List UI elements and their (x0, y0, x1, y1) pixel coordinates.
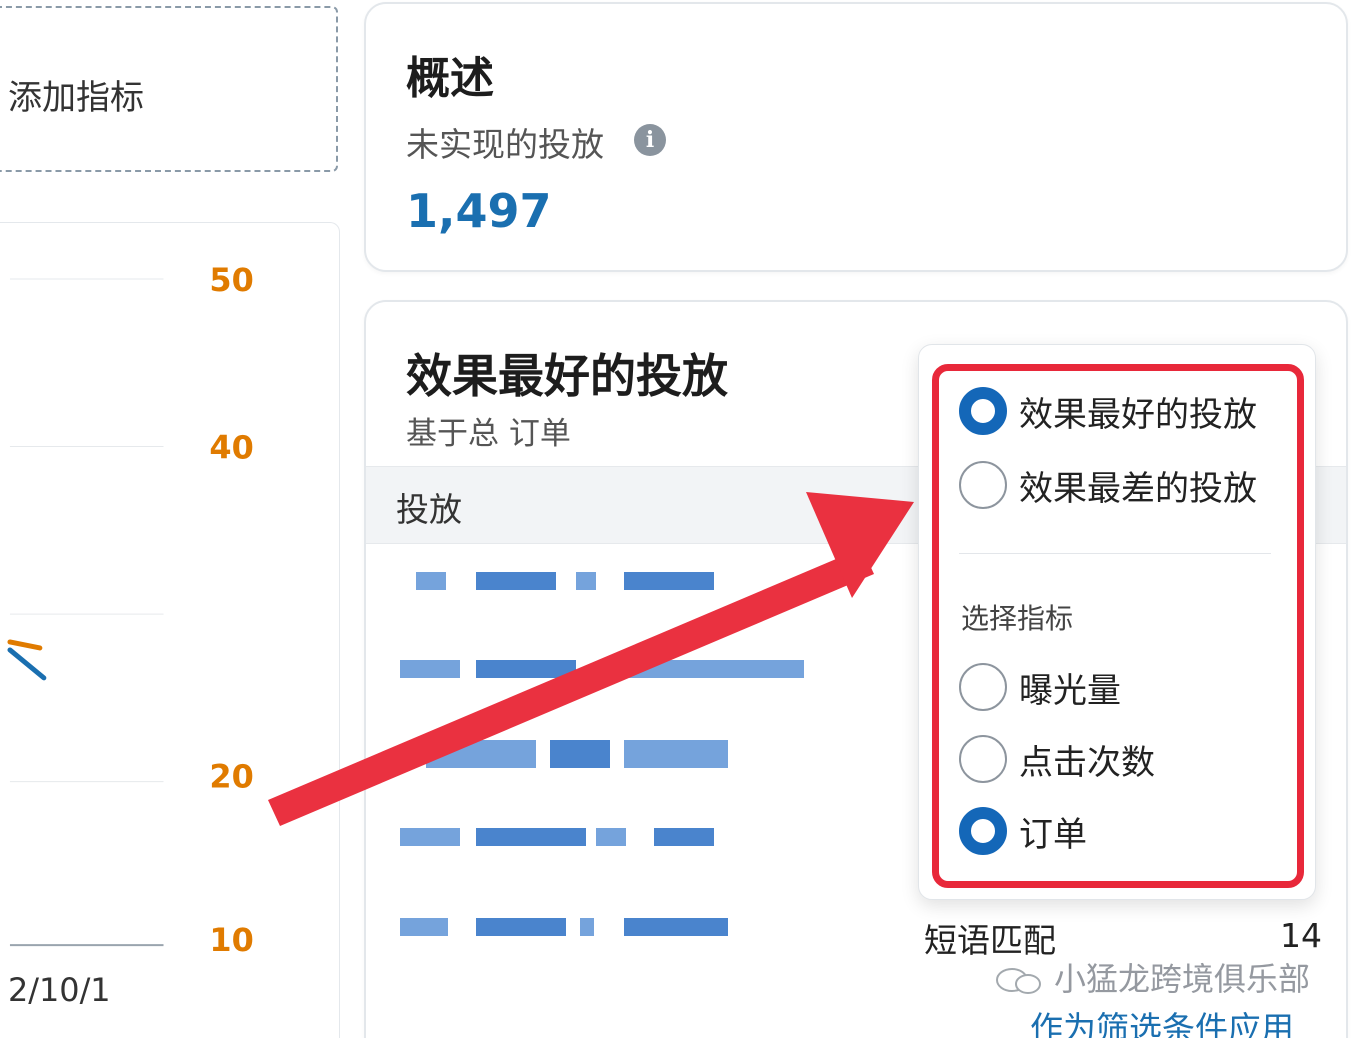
option-label: 订单 (1019, 814, 1087, 855)
blurred-text-block (596, 828, 626, 846)
blurred-text-block (624, 572, 714, 590)
option-label: 点击次数 (1019, 742, 1155, 783)
overview-title: 概述 (406, 53, 494, 104)
chart-svg: 50 40 20 10 2/10/1 (7, 261, 254, 1009)
unrealized-targeting-value[interactable]: 1,497 (406, 184, 552, 238)
apply-as-filter-link[interactable]: 作为筛选条件应用 (1030, 1002, 1294, 1038)
blurred-text-block (624, 918, 728, 936)
radio-worst-performing[interactable] (959, 461, 1007, 509)
blurred-text-block (426, 740, 536, 768)
y-tick-label: 20 (209, 758, 253, 796)
option-label: 曝光量 (1019, 670, 1121, 711)
overview-card: 概述 未实现的投放 i 1,497 (364, 2, 1348, 272)
wechat-icon (996, 968, 1041, 994)
radio-impressions[interactable] (959, 663, 1007, 711)
add-metric-label: 添加指标 (8, 78, 144, 118)
option-label: 效果最好的投放 (1019, 394, 1257, 435)
blurred-text-block (624, 740, 728, 768)
watermark-text: 小猛龙跨境俱乐部 (1054, 960, 1311, 998)
option-top-performing[interactable]: 效果最好的投放 (959, 385, 1257, 437)
performance-subtitle: 基于总 订单 (406, 416, 571, 452)
blurred-text-block (476, 660, 576, 678)
column-header-targeting[interactable]: 投放 (396, 483, 462, 531)
option-clicks[interactable]: 点击次数 (959, 733, 1155, 785)
chart-panel: 50 40 20 10 2/10/1 (0, 222, 340, 1038)
blurred-text-block (416, 572, 446, 590)
sort-dropdown: 效果最好的投放 效果最差的投放 选择指标 曝光量 点击次数 订单 (918, 344, 1316, 900)
blurred-text-block (476, 828, 586, 846)
unrealized-targeting-label: 未实现的投放 (406, 125, 604, 164)
radio-top-performing[interactable] (959, 387, 1007, 435)
blurred-text-block (654, 828, 714, 846)
option-label: 效果最差的投放 (1019, 468, 1257, 509)
blurred-text-block (476, 572, 556, 590)
blurred-text-block (476, 918, 566, 936)
select-metric-label: 选择指标 (961, 602, 1074, 635)
watermark: 小猛龙跨境俱乐部 (994, 954, 1310, 1000)
option-orders[interactable]: 订单 (959, 805, 1087, 857)
performance-title: 效果最好的投放 (406, 349, 728, 403)
blurred-text-block (550, 740, 610, 768)
series-line (7, 647, 47, 681)
option-worst-performing[interactable]: 效果最差的投放 (959, 459, 1257, 511)
divider (959, 553, 1271, 554)
info-icon[interactable]: i (634, 124, 666, 156)
blurred-text-block (624, 660, 804, 678)
series-line (7, 639, 43, 651)
y-tick-label: 50 (209, 261, 253, 299)
x-tick-label: 2/10/1 (8, 971, 111, 1009)
y-tick-label: 10 (209, 921, 253, 959)
blurred-text-block (400, 660, 460, 678)
radio-clicks[interactable] (959, 735, 1007, 783)
radio-orders[interactable] (959, 807, 1007, 855)
option-impressions[interactable]: 曝光量 (959, 661, 1121, 713)
y-tick-label: 40 (209, 429, 253, 467)
blurred-text-block (576, 572, 596, 590)
blurred-text-block (400, 918, 448, 936)
blurred-text-block (400, 828, 460, 846)
add-metric-button[interactable]: 添加指标 (0, 6, 338, 172)
orders-cell: 14 (1280, 916, 1322, 955)
blurred-rows (400, 572, 804, 936)
blurred-text-block (580, 918, 594, 936)
